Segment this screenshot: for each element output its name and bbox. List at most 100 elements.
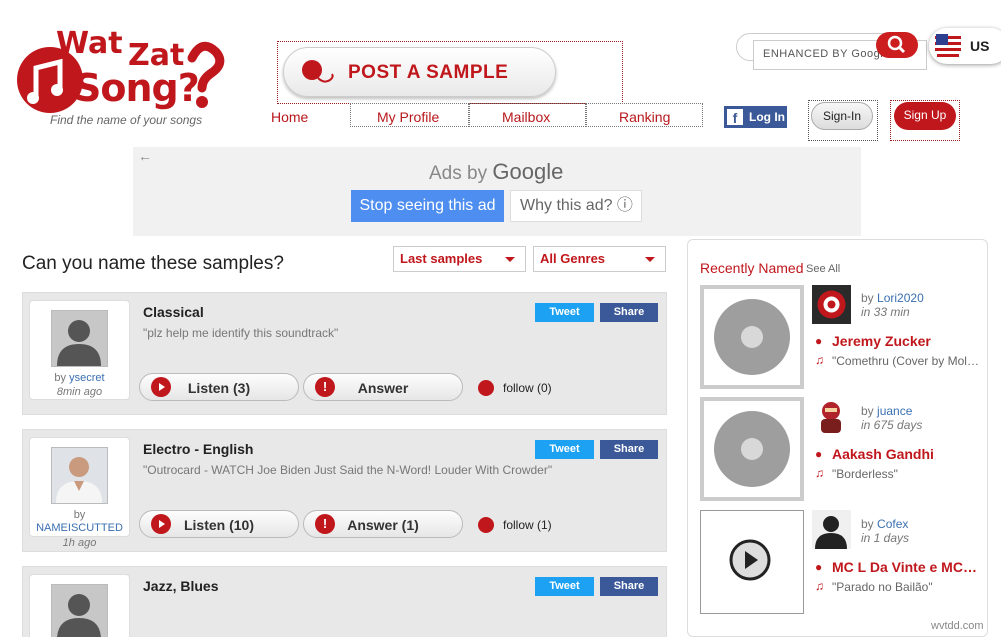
- listen-button[interactable]: Listen (3): [139, 373, 299, 401]
- ad-title: Ads by Google: [429, 159, 563, 185]
- sample-user-link[interactable]: ysecret: [69, 372, 104, 384]
- user-photo: [56, 457, 102, 503]
- share-button[interactable]: Share: [600, 577, 658, 596]
- sample-genre: Classical: [143, 304, 204, 320]
- chevron-down-icon: [505, 257, 515, 262]
- recent-song[interactable]: "Borderless": [832, 467, 898, 481]
- ad-google: Google: [492, 159, 564, 184]
- person-icon: ●: [815, 560, 823, 574]
- recent-time: in 1 days: [861, 531, 910, 545]
- album-cover[interactable]: [700, 285, 804, 389]
- avatar[interactable]: [812, 510, 851, 549]
- see-all-link[interactable]: See All: [806, 263, 840, 275]
- music-note-icon: ♫: [815, 353, 824, 367]
- microphone-icon: [302, 60, 334, 83]
- search-button[interactable]: [876, 32, 918, 58]
- sample-time: 8min ago: [56, 386, 103, 398]
- sample-description: "Outrocard - WATCH Joe Biden Just Said t…: [143, 463, 553, 477]
- album-cover[interactable]: [700, 397, 804, 501]
- sample-time: 1h ago: [62, 537, 97, 549]
- avatar[interactable]: [812, 397, 851, 436]
- logo-wat: Wat: [56, 26, 123, 61]
- sample-genre: Electro - English: [143, 441, 254, 457]
- answer-label: Answer (1): [347, 517, 419, 533]
- user-avatar-graphic: [817, 290, 846, 319]
- logo-song: Song?: [74, 66, 200, 110]
- follow-label[interactable]: follow (1): [503, 518, 552, 532]
- recent-by: by juance: [861, 404, 913, 418]
- user-avatar-graphic: [821, 402, 841, 433]
- search-icon: [887, 35, 906, 54]
- answer-button[interactable]: ! Answer: [303, 373, 463, 401]
- answer-label: Answer: [357, 380, 409, 396]
- page-title: Can you name these samples?: [22, 253, 284, 274]
- logo-tagline: Find the name of your songs: [50, 113, 203, 127]
- vinyl-icon: [714, 411, 790, 487]
- recent-song[interactable]: "Parado no Bailão": [832, 580, 933, 594]
- recent-user-link[interactable]: juance: [877, 404, 912, 418]
- tweet-button[interactable]: Tweet: [535, 440, 594, 459]
- recent-user-link[interactable]: Lori2020: [877, 291, 924, 305]
- vinyl-icon: [714, 299, 790, 375]
- nav-my-profile[interactable]: My Profile: [377, 109, 439, 125]
- sample-user-link[interactable]: NAMEISCUTTED: [29, 522, 130, 534]
- listen-label: Listen (3): [187, 380, 251, 396]
- tweet-button[interactable]: Tweet: [535, 577, 594, 596]
- default-user-icon: [57, 320, 101, 366]
- sample-by: by ysecret: [54, 372, 105, 384]
- person-icon: ●: [815, 447, 823, 461]
- genre-select[interactable]: All Genres: [533, 246, 666, 272]
- follow-icon[interactable]: [478, 380, 494, 396]
- why-this-ad-button[interactable]: Why this ad? ⓘ: [510, 190, 642, 222]
- nav-mailbox[interactable]: Mailbox: [502, 109, 550, 125]
- facebook-icon: f: [727, 109, 743, 126]
- chevron-down-icon: [645, 257, 655, 262]
- avatar[interactable]: [812, 285, 851, 324]
- sort-select-value: Last samples: [400, 251, 483, 266]
- signin-button[interactable]: Sign-In: [811, 102, 873, 130]
- language-selector[interactable]: [929, 28, 1001, 64]
- user-avatar-graphic: [815, 516, 847, 549]
- sample-description: "plz help me identify this soundtrack": [143, 326, 339, 340]
- listen-label: Listen (10): [183, 517, 254, 533]
- sort-select[interactable]: Last samples: [393, 246, 526, 272]
- music-note-icon: ♫: [815, 579, 824, 593]
- follow-label[interactable]: follow (0): [503, 381, 552, 395]
- recent-by: by Lori2020: [861, 291, 924, 305]
- signup-button[interactable]: Sign Up: [894, 102, 956, 130]
- default-user-icon: [57, 594, 101, 637]
- play-circle-icon: [729, 539, 771, 581]
- person-icon: ●: [815, 334, 823, 348]
- ad-back-arrow[interactable]: ←: [138, 148, 152, 164]
- avatar: [51, 584, 108, 637]
- facebook-login-label: Log In: [749, 110, 785, 124]
- share-button[interactable]: Share: [600, 303, 658, 322]
- album-cover[interactable]: [700, 510, 804, 614]
- facebook-login-button[interactable]: f Log In: [724, 106, 787, 128]
- ad-ads-by: Ads by: [429, 163, 488, 184]
- nav-ranking[interactable]: Ranking: [619, 109, 670, 125]
- recent-artist[interactable]: Jeremy Zucker: [832, 333, 931, 349]
- post-sample-label: POST A SAMPLE: [348, 62, 509, 83]
- sample-by: by: [73, 509, 86, 521]
- avatar: [51, 310, 108, 367]
- language-label: US: [970, 38, 990, 54]
- recent-time: in 675 days: [861, 418, 923, 432]
- avatar: [51, 447, 108, 504]
- us-flag-icon: [935, 33, 961, 59]
- answer-button[interactable]: ! Answer (1): [303, 510, 463, 538]
- music-note-icon: ♫: [815, 466, 824, 480]
- share-button[interactable]: Share: [600, 440, 658, 459]
- recent-user-link[interactable]: Cofex: [877, 517, 908, 531]
- recent-artist[interactable]: Aakash Gandhi: [832, 446, 934, 462]
- stop-seeing-ad-button[interactable]: Stop seeing this ad: [351, 190, 504, 222]
- genre-select-value: All Genres: [540, 251, 606, 266]
- watermark: wvtdd.com: [931, 620, 984, 632]
- recent-song[interactable]: "Comethru (Cover by Mol…: [832, 354, 979, 368]
- nav-home[interactable]: Home: [271, 109, 308, 125]
- recent-artist[interactable]: MC L Da Vinte e MC…: [832, 559, 977, 575]
- follow-icon[interactable]: [478, 517, 494, 533]
- recent-time: in 33 min: [861, 305, 910, 319]
- tweet-button[interactable]: Tweet: [535, 303, 594, 322]
- listen-button[interactable]: Listen (10): [139, 510, 299, 538]
